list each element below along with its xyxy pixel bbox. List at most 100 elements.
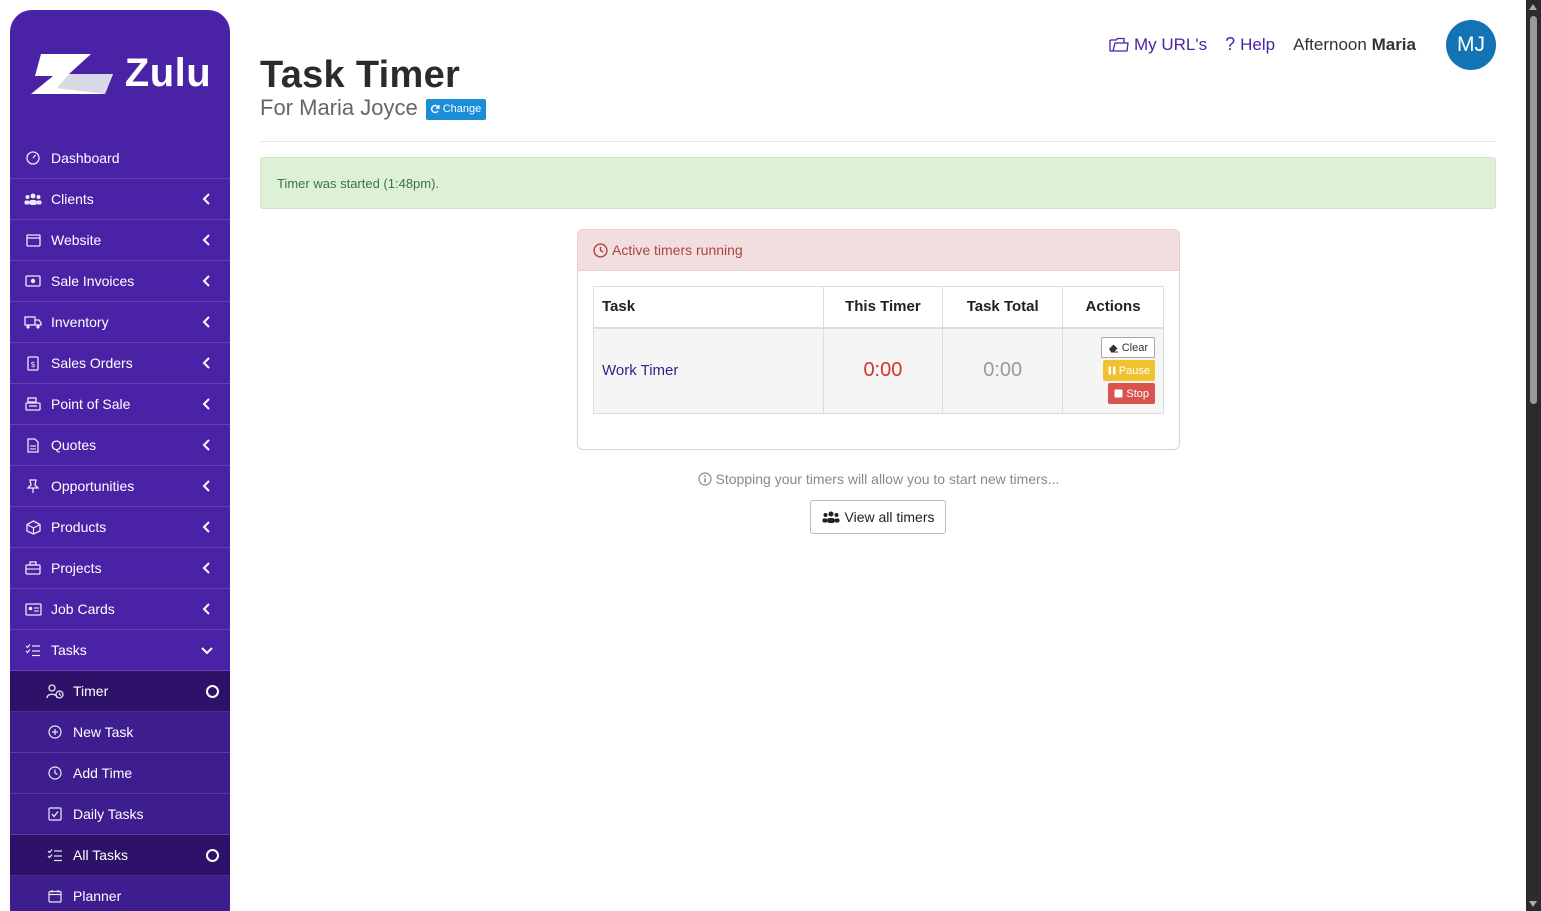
sidebar-item-products[interactable]: Products	[10, 507, 230, 548]
clock-icon	[593, 242, 608, 258]
view-all-label: View all timers	[844, 509, 935, 525]
sidebar-subitem-all-tasks[interactable]: All Tasks	[10, 835, 230, 876]
briefcase-icon	[24, 559, 42, 577]
sidebar-item-clients[interactable]: Clients	[10, 179, 230, 220]
question-icon: ?	[1225, 34, 1236, 54]
logo-text: Zulu	[124, 50, 212, 95]
sidebar-item-label: Dashboard	[51, 150, 120, 166]
users-icon	[24, 190, 42, 208]
help-link[interactable]: ? Help	[1225, 34, 1275, 55]
subtitle-text: For Maria Joyce	[260, 95, 418, 120]
sidebar-item-quotes[interactable]: Quotes	[10, 425, 230, 466]
chevron-left-icon	[202, 398, 210, 410]
help-label: Help	[1240, 34, 1276, 54]
money-icon	[24, 272, 42, 290]
scroll-down-arrow-icon[interactable]	[1529, 901, 1537, 907]
sidebar-item-sale-invoices[interactable]: Sale Invoices	[10, 261, 230, 302]
sidebar-item-inventory[interactable]: Inventory	[10, 302, 230, 343]
task-link[interactable]: Work Timer	[593, 327, 824, 414]
sidebar-item-label: Clients	[51, 191, 94, 207]
greeting: Afternoon Maria	[1293, 35, 1416, 55]
page-scrollbar[interactable]	[1526, 0, 1541, 911]
sidebar-item-projects[interactable]: Projects	[10, 548, 230, 589]
sidebar-item-label: Point of Sale	[51, 396, 131, 412]
document-icon	[24, 436, 42, 454]
greeting-user: Maria	[1371, 34, 1416, 54]
info-text: Stopping your timers will allow you to s…	[715, 471, 1060, 487]
actions-cell: Clear Pause Stop	[1062, 327, 1164, 414]
box-icon	[24, 518, 42, 536]
sidebar-item-sales-orders[interactable]: $ Sales Orders	[10, 343, 230, 384]
sidebar-item-label: All Tasks	[73, 847, 128, 863]
chevron-left-icon	[202, 275, 210, 287]
sidebar-item-label: Sale Invoices	[51, 273, 135, 289]
timers-table: Task This Timer Task Total Actions Work …	[593, 286, 1164, 414]
sidebar-item-label: Daily Tasks	[73, 806, 144, 822]
pause-label: Pause	[1118, 364, 1150, 377]
chevron-left-icon	[202, 521, 210, 533]
user-clock-icon	[46, 682, 64, 700]
sidebar: Zulu Dashboard Clients Website Sale Invo…	[10, 10, 230, 911]
panel-heading: Active timers running	[578, 230, 1179, 271]
clear-button[interactable]: Clear	[1100, 337, 1155, 359]
chevron-left-icon	[202, 234, 210, 246]
sidebar-item-opportunities[interactable]: Opportunities	[10, 466, 230, 507]
folder-icon	[1109, 37, 1129, 52]
task-total-value: 0:00	[942, 327, 1064, 414]
sidebar-subitem-timer[interactable]: Timer	[10, 671, 230, 712]
sidebar-item-label: Tasks	[51, 642, 87, 658]
invoice-icon: $	[24, 354, 42, 372]
sidebar-subitem-daily-tasks[interactable]: Daily Tasks	[10, 794, 230, 835]
logo[interactable]: Zulu	[10, 10, 230, 138]
sidebar-subitem-new-task[interactable]: New Task	[10, 712, 230, 753]
sidebar-item-job-cards[interactable]: Job Cards	[10, 589, 230, 630]
active-timers-panel: Active timers running Task This Timer Ta…	[577, 229, 1180, 450]
top-nav: My URL's ? Help Afternoon Maria	[1109, 34, 1416, 55]
window-icon	[24, 231, 42, 249]
this-timer-value: 0:00	[822, 327, 944, 414]
cash-register-icon	[24, 395, 42, 413]
scrollbar-thumb[interactable]	[1530, 16, 1537, 404]
greeting-text: Afternoon	[1293, 34, 1367, 54]
checkbox-icon	[46, 805, 64, 823]
sidebar-item-point-of-sale[interactable]: Point of Sale	[10, 384, 230, 425]
stop-label: Stop	[1126, 387, 1149, 400]
chevron-down-icon	[201, 647, 213, 655]
list-check-icon	[46, 846, 64, 864]
eraser-icon	[1108, 344, 1118, 353]
active-circle-icon	[206, 849, 219, 862]
refresh-icon	[430, 104, 440, 114]
info-icon	[697, 472, 712, 486]
column-header-task-total: Task Total	[942, 286, 1064, 329]
calendar-icon	[46, 887, 64, 905]
sidebar-subitem-planner[interactable]: Planner	[10, 876, 230, 911]
table-header-row: Task This Timer Task Total Actions	[593, 286, 1164, 329]
column-header-this-timer: This Timer	[822, 286, 944, 329]
my-urls-link[interactable]: My URL's	[1109, 35, 1207, 55]
pause-icon	[1108, 366, 1116, 375]
change-button[interactable]: Change	[425, 98, 487, 120]
stop-icon	[1114, 389, 1123, 398]
chevron-left-icon	[202, 480, 210, 492]
plus-circle-icon	[46, 723, 64, 741]
sidebar-item-website[interactable]: Website	[10, 220, 230, 261]
table-row: Work Timer 0:00 0:00 Clear Pause Stop	[593, 327, 1164, 414]
active-circle-icon	[206, 685, 219, 698]
view-all-timers-button[interactable]: View all timers	[810, 500, 946, 534]
sidebar-item-tasks[interactable]: Tasks	[10, 630, 230, 671]
change-label: Change	[442, 103, 482, 115]
scroll-up-arrow-icon[interactable]	[1529, 4, 1537, 10]
clear-label: Clear	[1121, 341, 1148, 354]
page-subtitle: For Maria Joyce Change	[260, 95, 487, 121]
sidebar-subitem-add-time[interactable]: Add Time	[10, 753, 230, 794]
my-urls-label: My URL's	[1133, 34, 1208, 54]
pause-button[interactable]: Pause	[1102, 360, 1155, 382]
sidebar-item-label: Opportunities	[51, 478, 135, 494]
sidebar-item-dashboard[interactable]: Dashboard	[10, 138, 230, 179]
sidebar-item-label: Quotes	[51, 437, 97, 453]
panel-heading-text: Active timers running	[612, 242, 743, 258]
pin-icon	[24, 477, 42, 495]
svg-text:$: $	[30, 360, 35, 369]
avatar[interactable]: MJ	[1446, 20, 1496, 70]
stop-button[interactable]: Stop	[1108, 383, 1155, 405]
